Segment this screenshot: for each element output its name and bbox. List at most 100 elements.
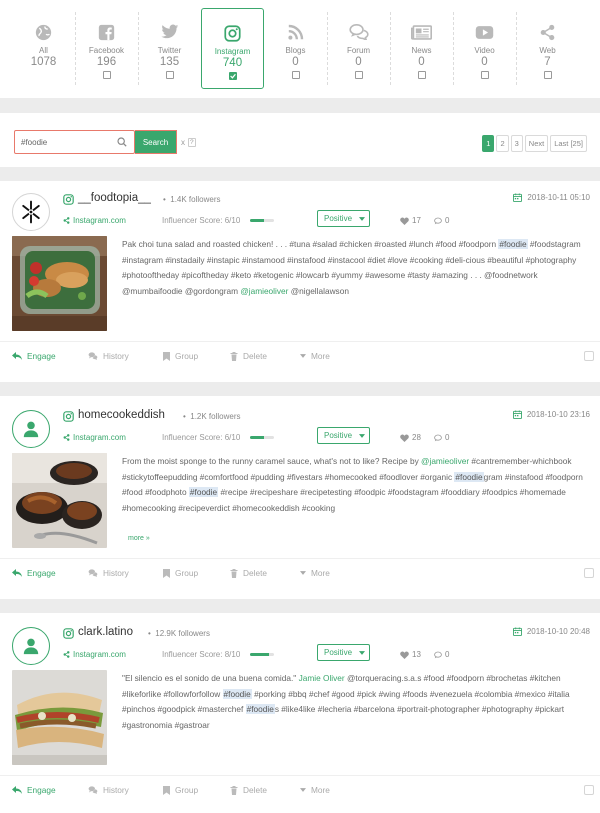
tab-all[interactable]: All 1078 [12, 8, 75, 89]
bookmark-icon [163, 568, 170, 578]
last-page-button[interactable]: Last [25] [550, 135, 587, 152]
more-button[interactable]: More [300, 785, 330, 795]
tab-checkbox[interactable] [480, 71, 489, 79]
tab-news[interactable]: News 0 [390, 8, 453, 89]
search-icon[interactable] [117, 137, 127, 147]
source-link[interactable]: Instagram.com [63, 216, 126, 225]
comment-icon [434, 651, 442, 658]
delete-button[interactable]: Delete [230, 568, 267, 578]
tab-checkbox[interactable] [417, 71, 426, 79]
tab-instagram[interactable]: Instagram 740 [201, 8, 264, 89]
tab-checkbox[interactable] [165, 71, 174, 79]
post-image[interactable] [12, 236, 107, 331]
share-icon [63, 651, 70, 658]
select-checkbox[interactable] [584, 568, 594, 578]
more-label: More [311, 351, 330, 361]
group-label: Group [175, 785, 199, 795]
search-field[interactable] [14, 130, 135, 154]
tab-count: 0 [292, 56, 299, 68]
sentiment-dropdown[interactable]: Positive [317, 427, 370, 444]
post-date: 2018-10-10 20:48 [512, 627, 590, 636]
help-icon[interactable]: ? [188, 137, 196, 147]
section-divider [0, 167, 600, 181]
tab-checkbox[interactable] [228, 72, 237, 80]
like-count-text: 28 [412, 433, 421, 442]
source-link-text: Instagram.com [73, 216, 126, 225]
tab-label: Forum [346, 46, 371, 55]
sentiment-dropdown[interactable]: Positive [317, 210, 370, 227]
tab-checkbox[interactable] [102, 71, 111, 79]
sentiment-dropdown[interactable]: Positive [317, 644, 370, 661]
more-button[interactable]: More [300, 351, 330, 361]
history-button[interactable]: History [88, 568, 129, 578]
engage-button[interactable]: Engage [12, 568, 56, 578]
post-username[interactable]: __foodtopia__ [78, 192, 151, 204]
mention-link[interactable]: @jamieoliver [421, 456, 469, 466]
avatar[interactable] [12, 193, 50, 231]
engage-button[interactable]: Engage [12, 351, 56, 361]
search-input[interactable] [21, 137, 117, 147]
clear-search-button[interactable]: x [181, 138, 185, 147]
avatar[interactable] [12, 627, 50, 665]
foodtopia-logo-icon [22, 200, 40, 224]
next-page-button[interactable]: Next [524, 135, 549, 152]
reply-icon [12, 569, 22, 577]
group-button[interactable]: Group [163, 785, 198, 795]
source-link-text: Instagram.com [73, 433, 126, 442]
tab-twitter[interactable]: Twitter 135 [138, 8, 201, 89]
delete-button[interactable]: Delete [230, 351, 267, 361]
pagination: 1 2 3 Next Last [25] [482, 135, 587, 152]
tab-label: All [39, 46, 48, 55]
sentiment-value: Positive [324, 648, 353, 657]
tab-blogs[interactable]: Blogs 0 [264, 8, 327, 89]
page-3-button[interactable]: 3 [510, 135, 523, 152]
tab-count: 7 [544, 56, 551, 68]
engage-button[interactable]: Engage [12, 785, 56, 795]
influencer-score-bar [250, 436, 274, 439]
tab-web[interactable]: Web 7 [516, 8, 579, 89]
post-image[interactable] [12, 453, 107, 548]
avatar[interactable] [12, 410, 50, 448]
post-date-text: 2018-10-10 20:48 [526, 627, 590, 636]
tab-checkbox[interactable] [543, 71, 552, 79]
select-checkbox[interactable] [584, 785, 594, 795]
post-image[interactable] [12, 670, 107, 765]
mention-link[interactable]: Jamie Oliver [299, 673, 345, 683]
history-button[interactable]: History [88, 351, 129, 361]
keyword-highlight: #foodie [188, 487, 219, 497]
tab-count: 1078 [30, 56, 57, 68]
delete-label: Delete [243, 351, 267, 361]
comment-icon [434, 434, 442, 441]
forum-icon [348, 22, 370, 42]
group-button[interactable]: Group [163, 351, 198, 361]
page-2-button[interactable]: 2 [496, 135, 509, 152]
tab-label: Instagram [214, 47, 251, 56]
follower-count: • 12.9K followers [148, 629, 210, 638]
source-link[interactable]: Instagram.com [63, 650, 126, 659]
delete-button[interactable]: Delete [230, 785, 267, 795]
share-icon [537, 22, 559, 42]
chevron-down-icon [359, 216, 365, 221]
tab-count: 135 [159, 56, 180, 68]
follower-count: • 1.4K followers [163, 195, 221, 204]
history-button[interactable]: History [88, 785, 129, 795]
select-checkbox[interactable] [584, 351, 594, 361]
tab-checkbox[interactable] [291, 71, 300, 79]
tab-video[interactable]: Video 0 [453, 8, 516, 89]
group-button[interactable]: Group [163, 568, 198, 578]
calendar-icon [512, 410, 522, 419]
delete-label: Delete [243, 568, 267, 578]
read-more-link[interactable]: more » [128, 535, 150, 542]
tab-facebook[interactable]: Facebook 196 [75, 8, 138, 89]
post-username[interactable]: homecookeddish [78, 409, 165, 421]
more-button[interactable]: More [300, 568, 330, 578]
page-1-button[interactable]: 1 [482, 135, 495, 152]
mention-link[interactable]: @jamieoliver [240, 286, 288, 296]
source-link[interactable]: Instagram.com [63, 433, 126, 442]
search-button[interactable]: Search [135, 130, 177, 154]
influencer-score-bar [250, 219, 274, 222]
tab-checkbox[interactable] [354, 71, 363, 79]
share-icon [63, 434, 70, 441]
tab-forum[interactable]: Forum 0 [327, 8, 390, 89]
post-username[interactable]: clark.latino [78, 626, 133, 638]
